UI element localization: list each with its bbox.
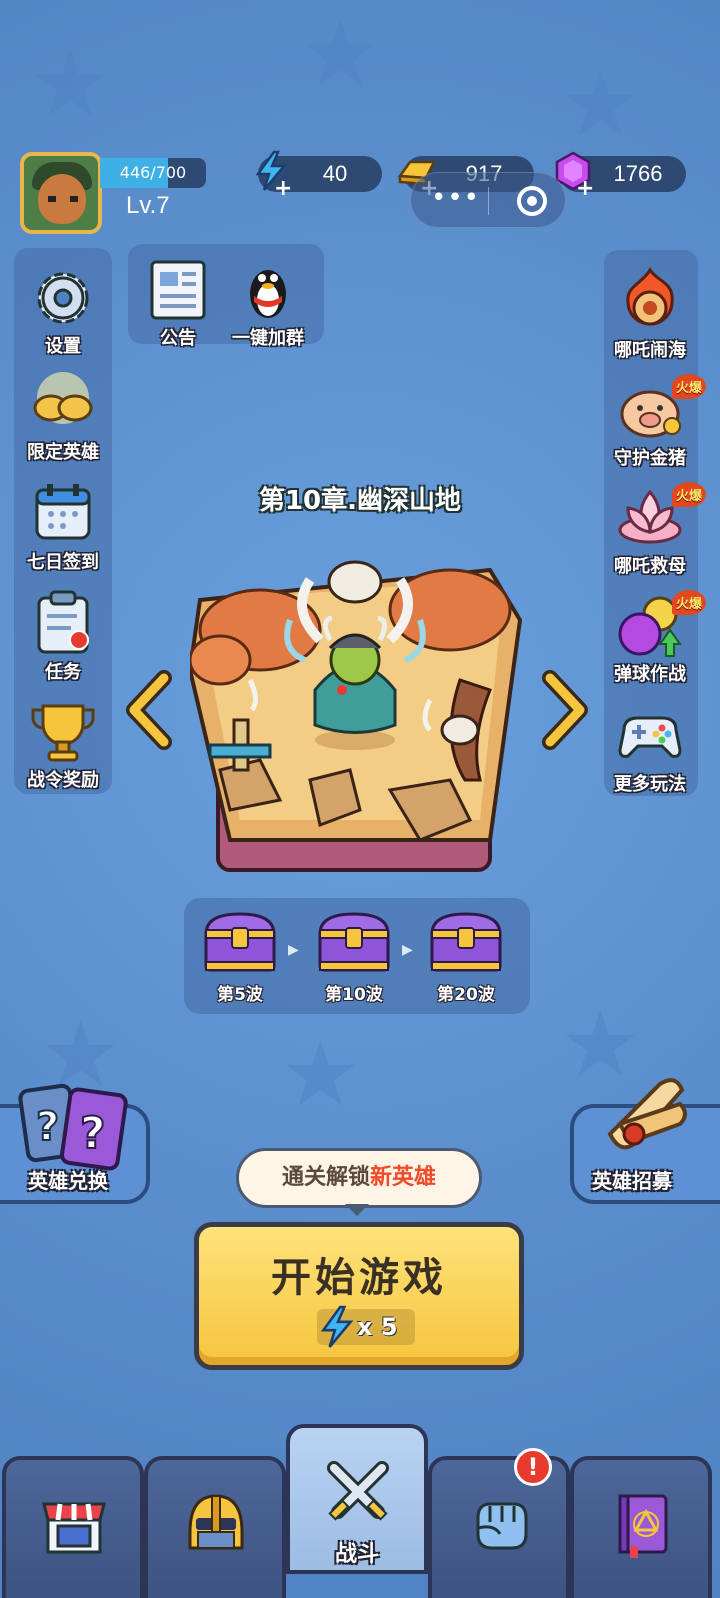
mystery-card-icon: ? ? [18, 1083, 128, 1171]
golden-pig-event-button[interactable]: 火爆 守护金猪 [600, 374, 706, 470]
tab-codex[interactable] [570, 1456, 712, 1598]
energy-value: 40 [322, 161, 348, 186]
announcement-button[interactable]: 公告 [128, 254, 228, 350]
treasure-chest-icon [204, 912, 276, 972]
pinball-battle-button[interactable]: 火爆 弹球作战 [600, 590, 706, 686]
hero-exchange-button[interactable]: ? ? 英雄兑换 [0, 1083, 160, 1204]
join-group-label: 一键加群 [232, 328, 304, 349]
tasks-label: 任务 [45, 662, 81, 683]
qq-penguin-icon [250, 270, 286, 318]
progress-arrow-icon: ▶ [288, 942, 299, 958]
hero-recruit-button[interactable]: 英雄招募 [560, 1078, 720, 1204]
hot-badge: 火爆 [671, 590, 706, 615]
clipboard-icon [37, 590, 89, 654]
announcement-label: 公告 [160, 328, 196, 349]
previous-chapter-arrow-icon[interactable] [124, 670, 174, 750]
unlock-prefix: 通关解锁 [281, 1165, 370, 1190]
wave-20-chest[interactable]: 第20波 [426, 908, 506, 1005]
shop-icon [42, 1502, 106, 1554]
start-game-label: 开始游戏 [271, 1255, 447, 1301]
unlock-highlight: 新英雄 [370, 1165, 437, 1190]
bottom-nav: 战斗 ! [0, 1424, 720, 1598]
fire-wheel-icon [626, 267, 674, 326]
svg-text:?: ? [80, 1108, 106, 1159]
background-star-icon: ★ [30, 32, 111, 137]
alert-badge: ! [514, 1448, 552, 1486]
gear-icon [37, 272, 89, 324]
helmet-icon [188, 1494, 244, 1550]
recruit-scroll-icon [607, 1078, 687, 1150]
tasks-button[interactable]: 任务 [13, 588, 113, 684]
capsule-divider [488, 187, 489, 215]
wave-20-label: 第20波 [437, 985, 495, 1005]
lightning-icon [320, 1305, 354, 1348]
nezha-mother-event-label: 哪吒救母 [614, 556, 686, 577]
more-options-icon[interactable]: ••• [431, 183, 480, 213]
pinball-battle-label: 弹球作战 [614, 664, 686, 685]
golden-pig-event-label: 守护金猪 [614, 448, 686, 469]
hero-recruit-label: 英雄招募 [592, 1169, 672, 1193]
wave-10-label: 第10波 [325, 985, 383, 1005]
tab-battle-label: 战斗 [334, 1542, 379, 1567]
avatar-eyes [48, 196, 78, 202]
limited-hero-button[interactable]: 限定英雄 [13, 368, 113, 464]
xp-text: 446/700 [119, 163, 187, 182]
more-modes-button[interactable]: 更多玩法 [600, 700, 700, 796]
chapter-title: 第10章.幽深山地 [258, 486, 462, 516]
crossed-swords-icon [327, 1461, 389, 1521]
battle-pass-label: 战令奖励 [27, 770, 99, 791]
settings-button[interactable]: 设置 [13, 262, 113, 358]
energy-cost: x 5 [317, 1305, 415, 1348]
settings-label: 设置 [45, 336, 81, 357]
xp-bar: 446/700 [100, 158, 206, 188]
player-avatar[interactable] [20, 152, 102, 234]
nezha-sea-event-button[interactable]: 哪吒闹海 [600, 266, 700, 362]
next-chapter-arrow-icon[interactable] [540, 670, 590, 750]
more-modes-label: 更多玩法 [614, 774, 686, 795]
trophy-icon [31, 704, 95, 762]
gem-value: 1766 [613, 161, 663, 186]
background-star-icon: ★ [300, 2, 381, 107]
unlock-new-hero-tip: 通关解锁新英雄 [236, 1148, 482, 1208]
tab-shop[interactable] [2, 1456, 144, 1598]
tab-heroes[interactable] [144, 1456, 286, 1598]
wave-5-label: 第5波 [217, 985, 263, 1005]
wave-10-chest[interactable]: 第10波 [314, 908, 394, 1005]
background-star-icon: ★ [280, 1022, 361, 1127]
hot-badge: 火爆 [671, 374, 706, 399]
progress-arrow-icon: ▶ [402, 942, 413, 958]
wave-5-chest[interactable]: 第5波 [200, 908, 280, 1005]
hero-exchange-label: 英雄兑换 [28, 1169, 108, 1193]
bubble-pointer [345, 1204, 369, 1216]
treasure-chest-icon [318, 912, 390, 972]
cloud-hero-icon [33, 372, 93, 424]
newspaper-icon [150, 260, 206, 320]
fist-icon [476, 1502, 528, 1550]
chapter-map-illustration[interactable] [190, 540, 530, 880]
energy-counter[interactable]: + 40 [255, 150, 382, 200]
tab-battle[interactable]: 战斗 [286, 1424, 428, 1574]
gamepad-icon [618, 716, 682, 758]
seven-day-signin-label: 七日签到 [27, 552, 99, 573]
background-star-icon: ★ [560, 52, 641, 157]
limited-hero-label: 限定英雄 [27, 442, 99, 463]
player-level: Lv.7 [126, 192, 170, 219]
spellbook-icon [618, 1494, 668, 1558]
energy-cost-value: x 5 [357, 1313, 398, 1341]
svg-text:?: ? [36, 1104, 59, 1150]
start-game-button[interactable]: 开始游戏 x 5 [194, 1222, 524, 1370]
gem-counter[interactable]: + 1766 [555, 151, 686, 200]
close-program-icon[interactable] [517, 186, 547, 216]
treasure-chest-icon [430, 912, 502, 972]
nezha-sea-event-label: 哪吒闹海 [614, 340, 686, 361]
mini-program-capsule: ••• [410, 172, 566, 228]
wave-rewards-panel: 第5波 ▶ 第10波 ▶ 第20波 [184, 898, 530, 1014]
tab-power[interactable]: ! [428, 1448, 570, 1598]
battle-pass-button[interactable]: 战令奖励 [13, 696, 113, 792]
join-group-button[interactable]: 一键加群 [218, 254, 318, 350]
